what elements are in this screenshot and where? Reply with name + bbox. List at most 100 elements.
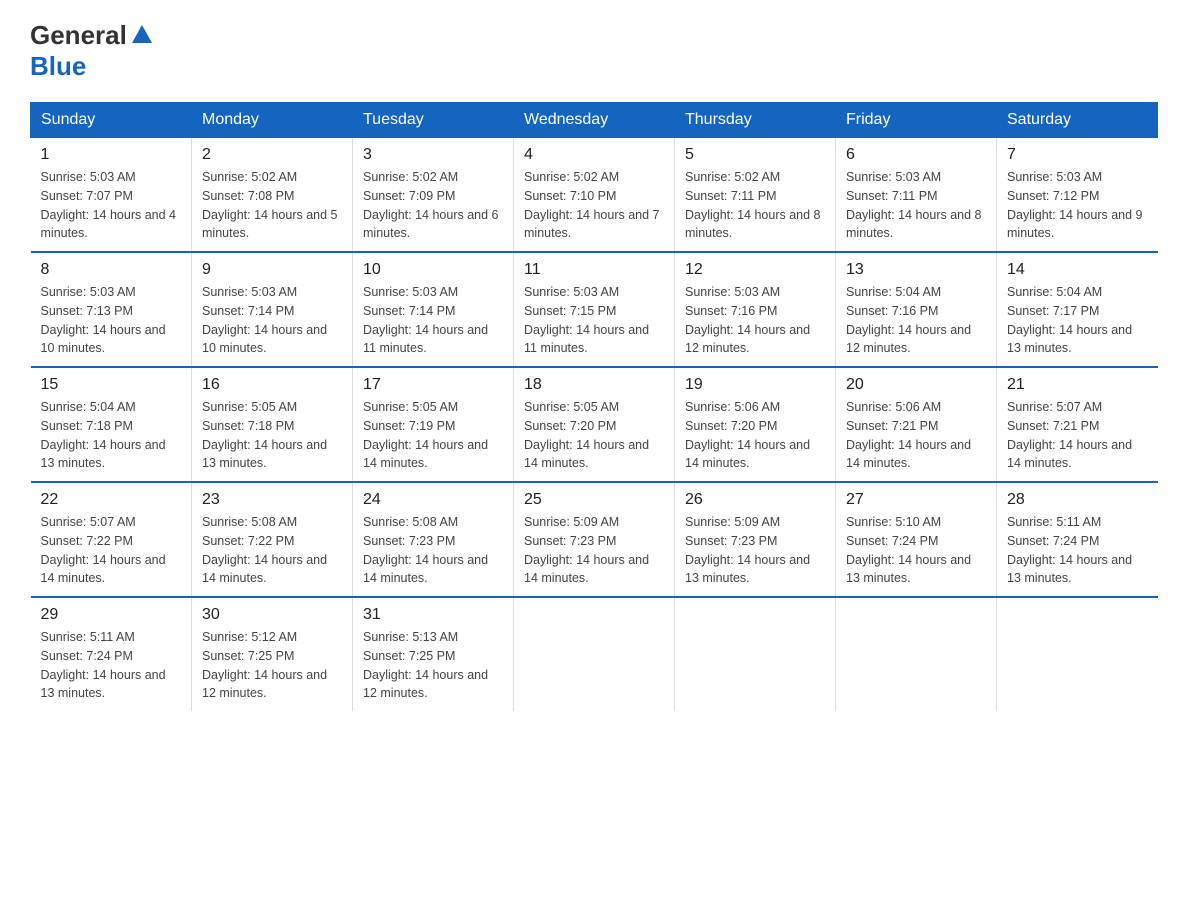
day-info: Sunrise: 5:11 AM Sunset: 7:24 PM Dayligh…: [1007, 513, 1148, 588]
week-row-2: 8 Sunrise: 5:03 AM Sunset: 7:13 PM Dayli…: [31, 252, 1158, 367]
calendar-cell: 26 Sunrise: 5:09 AM Sunset: 7:23 PM Dayl…: [675, 482, 836, 597]
calendar-cell: 3 Sunrise: 5:02 AM Sunset: 7:09 PM Dayli…: [353, 138, 514, 253]
calendar-cell: 6 Sunrise: 5:03 AM Sunset: 7:11 PM Dayli…: [836, 138, 997, 253]
day-number: 14: [1007, 261, 1148, 279]
day-info: Sunrise: 5:04 AM Sunset: 7:16 PM Dayligh…: [846, 283, 986, 358]
day-number: 8: [41, 261, 182, 279]
day-info: Sunrise: 5:09 AM Sunset: 7:23 PM Dayligh…: [685, 513, 825, 588]
day-info: Sunrise: 5:07 AM Sunset: 7:21 PM Dayligh…: [1007, 398, 1148, 473]
day-info: Sunrise: 5:03 AM Sunset: 7:15 PM Dayligh…: [524, 283, 664, 358]
weekday-header-monday: Monday: [192, 103, 353, 138]
week-row-3: 15 Sunrise: 5:04 AM Sunset: 7:18 PM Dayl…: [31, 367, 1158, 482]
day-info: Sunrise: 5:05 AM Sunset: 7:20 PM Dayligh…: [524, 398, 664, 473]
calendar-cell: 28 Sunrise: 5:11 AM Sunset: 7:24 PM Dayl…: [997, 482, 1158, 597]
weekday-header-wednesday: Wednesday: [514, 103, 675, 138]
calendar-cell: 7 Sunrise: 5:03 AM Sunset: 7:12 PM Dayli…: [997, 138, 1158, 253]
day-number: 28: [1007, 491, 1148, 509]
weekday-header-thursday: Thursday: [675, 103, 836, 138]
day-info: Sunrise: 5:03 AM Sunset: 7:14 PM Dayligh…: [202, 283, 342, 358]
day-number: 26: [685, 491, 825, 509]
day-info: Sunrise: 5:11 AM Sunset: 7:24 PM Dayligh…: [41, 628, 182, 703]
day-info: Sunrise: 5:03 AM Sunset: 7:12 PM Dayligh…: [1007, 168, 1148, 243]
calendar-cell: 27 Sunrise: 5:10 AM Sunset: 7:24 PM Dayl…: [836, 482, 997, 597]
day-info: Sunrise: 5:13 AM Sunset: 7:25 PM Dayligh…: [363, 628, 503, 703]
day-info: Sunrise: 5:07 AM Sunset: 7:22 PM Dayligh…: [41, 513, 182, 588]
calendar-cell: 1 Sunrise: 5:03 AM Sunset: 7:07 PM Dayli…: [31, 138, 192, 253]
calendar-cell: 8 Sunrise: 5:03 AM Sunset: 7:13 PM Dayli…: [31, 252, 192, 367]
day-info: Sunrise: 5:12 AM Sunset: 7:25 PM Dayligh…: [202, 628, 342, 703]
day-number: 27: [846, 491, 986, 509]
calendar-cell: 15 Sunrise: 5:04 AM Sunset: 7:18 PM Dayl…: [31, 367, 192, 482]
calendar-cell: 30 Sunrise: 5:12 AM Sunset: 7:25 PM Dayl…: [192, 597, 353, 711]
calendar-cell: 10 Sunrise: 5:03 AM Sunset: 7:14 PM Dayl…: [353, 252, 514, 367]
day-info: Sunrise: 5:02 AM Sunset: 7:11 PM Dayligh…: [685, 168, 825, 243]
day-number: 20: [846, 376, 986, 394]
calendar-table: SundayMondayTuesdayWednesdayThursdayFrid…: [30, 102, 1158, 711]
day-info: Sunrise: 5:09 AM Sunset: 7:23 PM Dayligh…: [524, 513, 664, 588]
day-number: 25: [524, 491, 664, 509]
day-number: 5: [685, 146, 825, 164]
day-info: Sunrise: 5:03 AM Sunset: 7:11 PM Dayligh…: [846, 168, 986, 243]
day-info: Sunrise: 5:02 AM Sunset: 7:08 PM Dayligh…: [202, 168, 342, 243]
calendar-cell: [675, 597, 836, 711]
day-number: 13: [846, 261, 986, 279]
day-number: 11: [524, 261, 664, 279]
day-number: 24: [363, 491, 503, 509]
day-number: 15: [41, 376, 182, 394]
day-number: 7: [1007, 146, 1148, 164]
day-number: 31: [363, 606, 503, 624]
calendar-cell: [836, 597, 997, 711]
calendar-cell: 24 Sunrise: 5:08 AM Sunset: 7:23 PM Dayl…: [353, 482, 514, 597]
day-number: 30: [202, 606, 342, 624]
day-number: 18: [524, 376, 664, 394]
day-number: 2: [202, 146, 342, 164]
day-number: 10: [363, 261, 503, 279]
calendar-cell: 4 Sunrise: 5:02 AM Sunset: 7:10 PM Dayli…: [514, 138, 675, 253]
calendar-cell: [997, 597, 1158, 711]
calendar-cell: 5 Sunrise: 5:02 AM Sunset: 7:11 PM Dayli…: [675, 138, 836, 253]
day-number: 9: [202, 261, 342, 279]
calendar-cell: 21 Sunrise: 5:07 AM Sunset: 7:21 PM Dayl…: [997, 367, 1158, 482]
calendar-cell: 12 Sunrise: 5:03 AM Sunset: 7:16 PM Dayl…: [675, 252, 836, 367]
day-number: 19: [685, 376, 825, 394]
calendar-cell: 25 Sunrise: 5:09 AM Sunset: 7:23 PM Dayl…: [514, 482, 675, 597]
logo-general-text: General: [30, 20, 127, 51]
calendar-cell: 29 Sunrise: 5:11 AM Sunset: 7:24 PM Dayl…: [31, 597, 192, 711]
day-info: Sunrise: 5:03 AM Sunset: 7:13 PM Dayligh…: [41, 283, 182, 358]
day-info: Sunrise: 5:05 AM Sunset: 7:19 PM Dayligh…: [363, 398, 503, 473]
calendar-cell: 2 Sunrise: 5:02 AM Sunset: 7:08 PM Dayli…: [192, 138, 353, 253]
day-info: Sunrise: 5:04 AM Sunset: 7:18 PM Dayligh…: [41, 398, 182, 473]
day-info: Sunrise: 5:06 AM Sunset: 7:20 PM Dayligh…: [685, 398, 825, 473]
calendar-cell: 31 Sunrise: 5:13 AM Sunset: 7:25 PM Dayl…: [353, 597, 514, 711]
day-number: 4: [524, 146, 664, 164]
calendar-cell: 18 Sunrise: 5:05 AM Sunset: 7:20 PM Dayl…: [514, 367, 675, 482]
calendar-cell: 16 Sunrise: 5:05 AM Sunset: 7:18 PM Dayl…: [192, 367, 353, 482]
day-info: Sunrise: 5:03 AM Sunset: 7:14 PM Dayligh…: [363, 283, 503, 358]
weekday-header-tuesday: Tuesday: [353, 103, 514, 138]
day-number: 6: [846, 146, 986, 164]
day-number: 3: [363, 146, 503, 164]
day-info: Sunrise: 5:10 AM Sunset: 7:24 PM Dayligh…: [846, 513, 986, 588]
logo: General Blue: [30, 20, 153, 82]
day-number: 21: [1007, 376, 1148, 394]
day-number: 29: [41, 606, 182, 624]
logo-blue-text: Blue: [30, 51, 86, 81]
weekday-header-sunday: Sunday: [31, 103, 192, 138]
week-row-4: 22 Sunrise: 5:07 AM Sunset: 7:22 PM Dayl…: [31, 482, 1158, 597]
calendar-cell: 11 Sunrise: 5:03 AM Sunset: 7:15 PM Dayl…: [514, 252, 675, 367]
day-info: Sunrise: 5:02 AM Sunset: 7:09 PM Dayligh…: [363, 168, 503, 243]
calendar-cell: 22 Sunrise: 5:07 AM Sunset: 7:22 PM Dayl…: [31, 482, 192, 597]
day-info: Sunrise: 5:06 AM Sunset: 7:21 PM Dayligh…: [846, 398, 986, 473]
weekday-header-friday: Friday: [836, 103, 997, 138]
calendar-cell: 17 Sunrise: 5:05 AM Sunset: 7:19 PM Dayl…: [353, 367, 514, 482]
day-info: Sunrise: 5:02 AM Sunset: 7:10 PM Dayligh…: [524, 168, 664, 243]
calendar-cell: 13 Sunrise: 5:04 AM Sunset: 7:16 PM Dayl…: [836, 252, 997, 367]
day-info: Sunrise: 5:08 AM Sunset: 7:23 PM Dayligh…: [363, 513, 503, 588]
week-row-1: 1 Sunrise: 5:03 AM Sunset: 7:07 PM Dayli…: [31, 138, 1158, 253]
weekday-header-row: SundayMondayTuesdayWednesdayThursdayFrid…: [31, 103, 1158, 138]
calendar-cell: 19 Sunrise: 5:06 AM Sunset: 7:20 PM Dayl…: [675, 367, 836, 482]
calendar-cell: 14 Sunrise: 5:04 AM Sunset: 7:17 PM Dayl…: [997, 252, 1158, 367]
day-info: Sunrise: 5:04 AM Sunset: 7:17 PM Dayligh…: [1007, 283, 1148, 358]
day-info: Sunrise: 5:03 AM Sunset: 7:16 PM Dayligh…: [685, 283, 825, 358]
day-info: Sunrise: 5:08 AM Sunset: 7:22 PM Dayligh…: [202, 513, 342, 588]
